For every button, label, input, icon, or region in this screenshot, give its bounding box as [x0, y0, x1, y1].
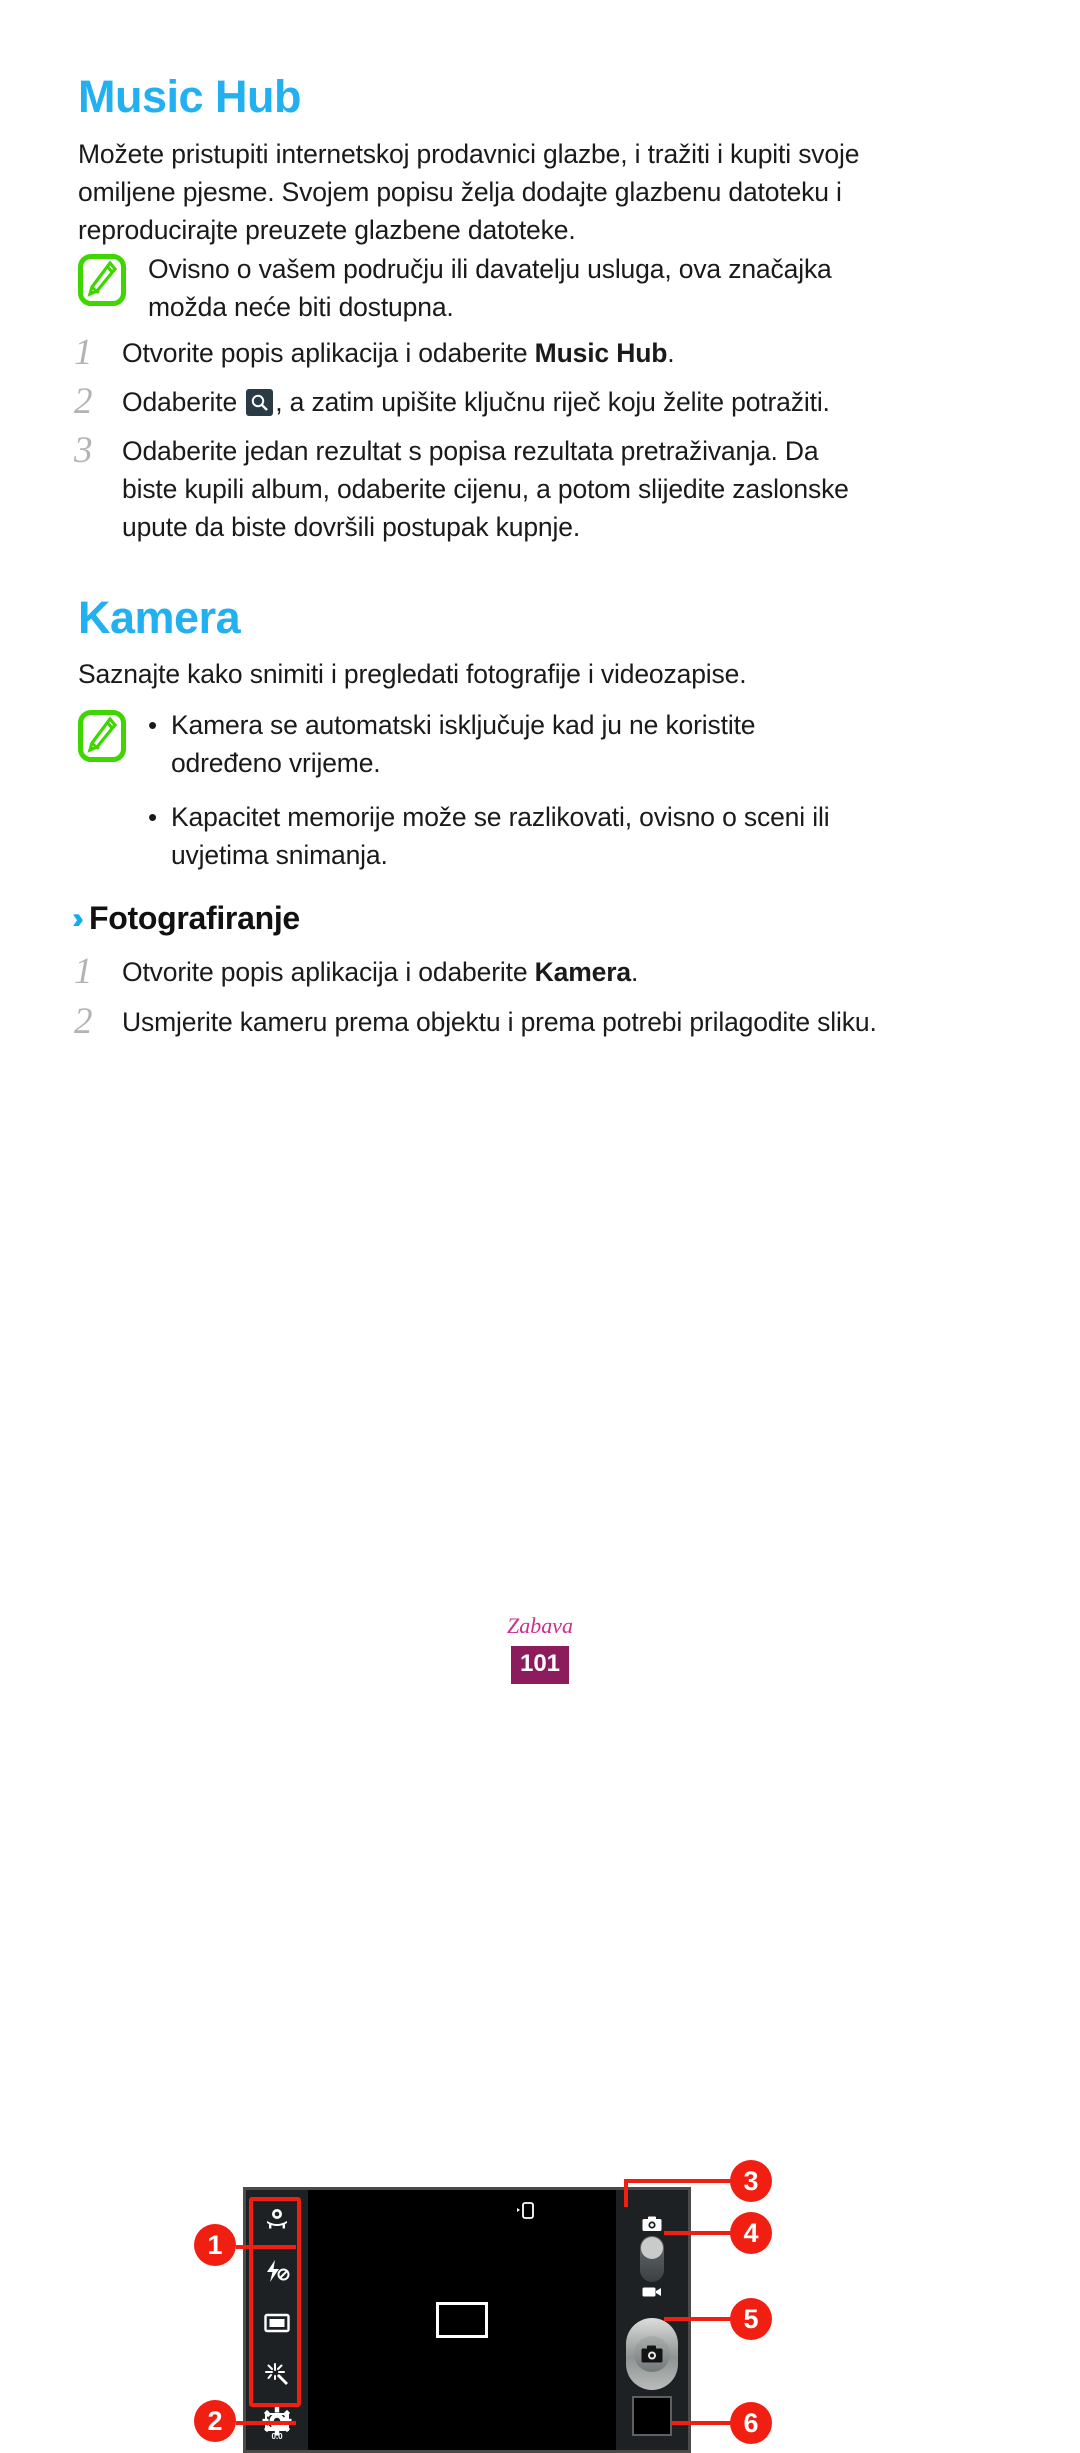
step-text-bold: Kamera	[534, 957, 631, 987]
step-text-post: .	[667, 338, 675, 368]
double-chevron-right-icon: ››	[72, 901, 84, 935]
manual-page: Music Hub Možete pristupiti internetskoj…	[0, 0, 1080, 2453]
step-text-bold: Music Hub	[534, 338, 668, 368]
note-glyph	[87, 261, 118, 297]
step-text-post: .	[630, 957, 639, 987]
step-number: 1	[74, 951, 93, 992]
callout-4: 4	[730, 2212, 772, 2254]
subheading-fotografiranje: ›› Fotografiranje	[72, 900, 300, 937]
callout-6: 6	[730, 2402, 772, 2444]
subheading-text: Fotografiranje	[88, 900, 300, 936]
note-music-hub: Ovisno o vašem području ili davatelju us…	[78, 250, 878, 326]
step-text: Odaberite , a zatim upišite ključnu rije…	[122, 383, 830, 421]
shutter-button[interactable]	[626, 2318, 678, 2390]
leader-line-2	[236, 2421, 296, 2425]
camera-icon	[642, 2216, 662, 2231]
step-text-pre: Otvorite popis aplikacija i odaberite	[122, 957, 535, 987]
step-kamera-2: 2 Usmjerite kameru prema objektu i prema…	[74, 1003, 904, 1041]
note-pencil-icon	[78, 254, 126, 306]
bullet-dot-icon: •	[148, 802, 157, 832]
step-number: 3	[74, 430, 93, 471]
camera-preview-screen: 0.0	[243, 2187, 691, 2453]
shutter-inner	[634, 2336, 670, 2372]
callout-1: 1	[194, 2224, 236, 2266]
note-bullet-text: Kamera se automatski isključuje kad ju n…	[170, 710, 756, 778]
camera-video-mode-switch[interactable]	[638, 2216, 666, 2298]
section-heading-kamera: Kamera	[78, 592, 241, 643]
step-text-pre: Odaberite	[122, 387, 245, 417]
shutter-camera-icon	[641, 2345, 663, 2363]
highlight-options-bar	[249, 2197, 301, 2407]
leader-line-3h	[624, 2179, 734, 2183]
callout-2: 2	[194, 2400, 236, 2442]
switch-track[interactable]	[640, 2236, 664, 2282]
music-hub-intro: Možete pristupiti internetskoj prodavnic…	[78, 139, 860, 245]
step-text-pre: Otvorite popis aplikacija i odaberite	[122, 338, 535, 368]
focus-frame-icon	[436, 2302, 488, 2338]
bullet-dot-icon: •	[148, 710, 157, 740]
note-kamera: • Kamera se automatski isključuje kad ju…	[78, 706, 888, 874]
front-camera-switch-icon[interactable]	[516, 2200, 536, 2220]
step-text-post: , a zatim upišite ključnu riječ koju žel…	[275, 387, 830, 417]
note-bullet-list: • Kamera se automatski isključuje kad ju…	[126, 706, 856, 874]
note-pencil-icon	[78, 710, 126, 762]
switch-knob[interactable]	[641, 2237, 663, 2259]
note-glyph	[87, 717, 118, 753]
leader-line-3v	[624, 2179, 628, 2207]
step-text: Otvorite popis aplikacija i odaberite Ka…	[122, 953, 638, 991]
note-bullet-item: • Kamera se automatski isključuje kad ju…	[148, 706, 856, 782]
step-music-hub-2: 2 Odaberite , a zatim upišite ključnu ri…	[74, 383, 904, 421]
step-music-hub-3: 3 Odaberite jedan rezultat s popisa rezu…	[74, 432, 874, 546]
step-music-hub-1: 1 Otvorite popis aplikacija i odaberite …	[74, 334, 884, 372]
step-text: Usmjerite kameru prema objektu i prema p…	[122, 1007, 877, 1037]
search-icon	[246, 389, 274, 416]
step-text: Otvorite popis aplikacija i odaberite Mu…	[122, 334, 675, 372]
kamera-intro: Saznajte kako snimiti i pregledati fotog…	[78, 659, 747, 689]
step-text: Odaberite jedan rezultat s popisa rezult…	[122, 436, 849, 542]
step-number: 1	[74, 332, 93, 373]
step-number: 2	[74, 1001, 93, 1042]
callout-3: 3	[730, 2160, 772, 2202]
step-number: 2	[74, 381, 93, 422]
section-heading-music-hub: Music Hub	[78, 71, 302, 122]
note-bullet-item: • Kapacitet memorije može se razlikovati…	[148, 798, 856, 874]
note-text: Ovisno o vašem području ili davatelju us…	[148, 254, 832, 322]
video-icon	[642, 2287, 661, 2297]
leader-line-5	[664, 2317, 734, 2321]
callout-5: 5	[730, 2298, 772, 2340]
step-kamera-1: 1 Otvorite popis aplikacija i odaberite …	[74, 953, 884, 991]
viewfinder	[308, 2190, 616, 2450]
camera-ui-figure: 0.0 1 2 3 4 5 6	[0, 1085, 1080, 2453]
leader-line-4	[664, 2231, 734, 2235]
note-bullet-text: Kapacitet memorije može se razlikovati, …	[170, 802, 830, 870]
page-number-badge: 101	[511, 1646, 569, 1684]
leader-line-6	[672, 2421, 734, 2425]
last-photo-thumbnail[interactable]	[632, 2396, 672, 2436]
footer-chapter-label: Zabava	[507, 1613, 573, 1638]
